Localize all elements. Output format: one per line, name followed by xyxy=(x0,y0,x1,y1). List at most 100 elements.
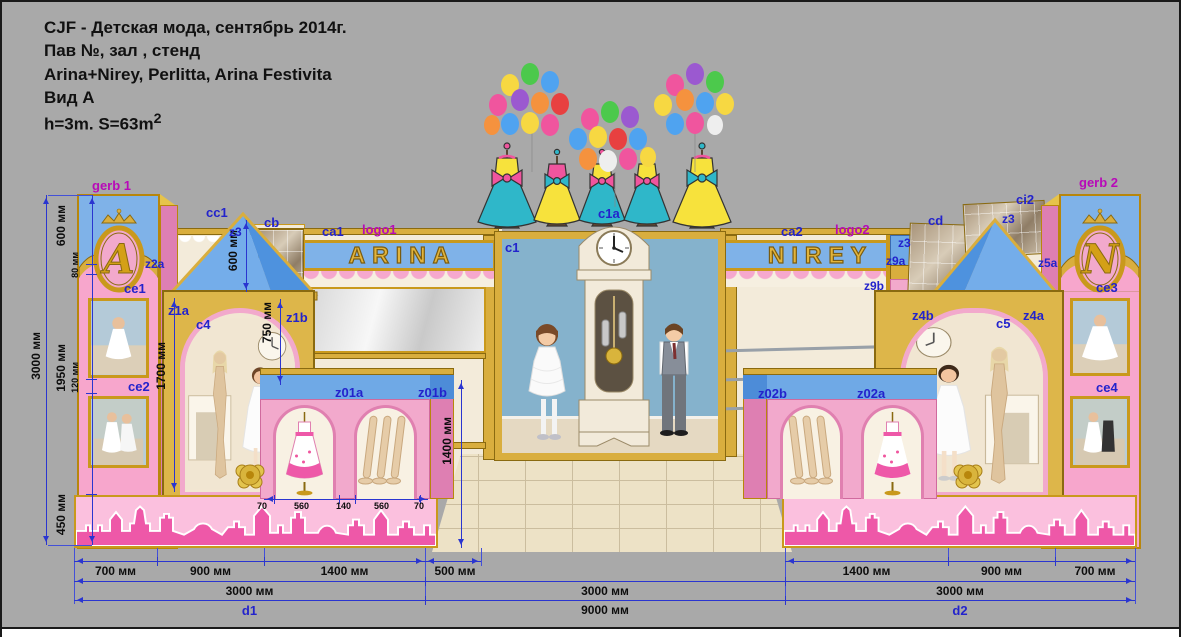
nirey-sign-text: NIREY xyxy=(761,242,873,269)
ce3-photo xyxy=(1070,298,1130,376)
dim-recess: 500 мм xyxy=(425,564,485,578)
label-ci2: ci2 xyxy=(1016,192,1034,207)
z01-arch-dress xyxy=(273,405,336,499)
label-z02a: z02a xyxy=(857,386,885,401)
z01-arch-legs xyxy=(354,405,417,499)
label-z3-left: z3 xyxy=(229,225,242,239)
dim-left-base: 450 мм xyxy=(54,494,68,535)
label-z02b: z02b xyxy=(758,386,787,401)
label-z2a: z2a xyxy=(145,257,164,271)
arina-sign-text: ARINA xyxy=(342,242,457,269)
label-z01b: z01b xyxy=(418,385,447,400)
booth-elevation-drawing: CJF - Детская мода, сентябрь 2014г. Пав … xyxy=(0,0,1181,637)
label-z3-mid: z3 xyxy=(898,236,911,250)
gold-rose-right xyxy=(948,454,988,496)
label-z1a: z1a xyxy=(168,303,189,318)
gold-rose-left xyxy=(230,454,270,496)
mannequin-legs-display xyxy=(357,408,414,496)
left-scalloped-awning xyxy=(302,271,496,287)
mini-dress-display xyxy=(276,408,333,496)
dim-3000-right: 3000 мм xyxy=(785,584,1135,598)
dim-3000-left: 3000 мм xyxy=(74,584,425,598)
dim-small-2: 560 xyxy=(294,501,309,511)
dim-line-mirror xyxy=(280,299,281,385)
label-c1: c1 xyxy=(505,240,519,255)
page-bottom-margin xyxy=(2,629,1179,637)
label-z4b: z4b xyxy=(912,308,934,323)
ce1-photo xyxy=(88,298,149,378)
tiled-floor xyxy=(432,454,792,552)
dim-row1-left xyxy=(74,561,425,562)
dim-small-3: 140 xyxy=(336,501,351,511)
right-scalloped-awning xyxy=(720,271,914,287)
label-c4: c4 xyxy=(196,317,210,332)
mirror-bottom-rail xyxy=(306,353,486,359)
z02-gold-cap xyxy=(743,368,937,375)
dim-left-total: 3000 мм xyxy=(29,332,43,380)
dim-row1-right xyxy=(785,561,1135,562)
dim-line-unit-small xyxy=(264,499,428,500)
dim-center-height: 1400 мм xyxy=(440,417,454,465)
dim-700-right: 700 мм xyxy=(1055,564,1135,578)
label-gerb2: gerb 2 xyxy=(1079,175,1118,190)
label-z9b: z9b xyxy=(864,279,884,293)
ce4-photo xyxy=(1070,396,1130,468)
dim-arch-height: 1700 мм xyxy=(154,342,168,390)
dim-left-gap-mid: 120 мм xyxy=(70,362,80,393)
right-castle-base-band xyxy=(782,495,1137,548)
dim-line-left-total xyxy=(46,195,47,545)
dim-row3-total xyxy=(74,600,1135,601)
dim-row2 xyxy=(74,581,1135,582)
left-mirror-panel xyxy=(306,287,486,353)
label-cc1: cc1 xyxy=(206,205,228,220)
title-line-brands: Arina+Nirey, Perlitta, Arina Festivita xyxy=(44,63,347,86)
label-ce4: ce4 xyxy=(1096,380,1118,395)
drawing-title-block: CJF - Детская мода, сентябрь 2014г. Пав … xyxy=(44,16,347,136)
dim-line-pyramid xyxy=(246,220,247,292)
label-ce1: ce1 xyxy=(124,281,146,296)
castle-silhouette-right xyxy=(784,497,1135,546)
label-z4a: z4a xyxy=(1023,308,1044,323)
title-line-area: h=3m. S=63m2 xyxy=(44,110,347,136)
z01-gold-cap xyxy=(260,368,454,375)
dim-9000-total: 9000 мм xyxy=(425,603,785,617)
ce2-photo xyxy=(88,396,149,468)
dim-line-arch xyxy=(174,298,175,492)
z02-arch-legs xyxy=(780,405,843,499)
dim-700-left: 700 мм xyxy=(74,564,157,578)
title-line-view: Вид А xyxy=(44,86,347,109)
mini-dress-display-2 xyxy=(864,408,921,496)
dim-recess-line xyxy=(425,561,481,562)
dim-small-5: 70 xyxy=(414,501,424,511)
label-ca1: ca1 xyxy=(322,224,344,239)
label-cd: cd xyxy=(928,213,943,228)
label-z3-right: z3 xyxy=(1002,212,1015,226)
z02-arch-dress xyxy=(861,405,924,499)
dim-left-gap-top: 80 мм xyxy=(70,252,80,278)
z02-blue-band xyxy=(767,375,937,401)
label-z1b: z1b xyxy=(286,310,308,325)
mannequin-legs-display-2 xyxy=(783,408,840,496)
dim-line-center-height xyxy=(461,380,462,548)
label-c5: c5 xyxy=(996,316,1010,331)
title-line-location: Пав №, зал , стенд xyxy=(44,39,347,62)
dim-mirror-height: 750 мм xyxy=(260,302,274,343)
dim-left-mid: 1950 мм xyxy=(54,344,68,392)
dim-small-1: 70 xyxy=(257,501,267,511)
label-z01a: z01a xyxy=(335,385,363,400)
dim-3000-center: 3000 мм xyxy=(425,584,785,598)
right-monogram-letter: N xyxy=(1080,236,1120,283)
dim-900-left: 900 мм xyxy=(157,564,264,578)
dim-1400-right: 1400 мм xyxy=(785,564,948,578)
arina-sign: ARINA xyxy=(302,240,496,271)
label-logo1: logo1 xyxy=(362,222,397,237)
left-monogram-letter: A xyxy=(99,236,134,283)
title-line-project: CJF - Детская мода, сентябрь 2014г. xyxy=(44,16,347,39)
label-z5a: z5a xyxy=(1038,256,1057,270)
label-ca2: ca2 xyxy=(781,224,803,239)
dim-left-top: 600 мм xyxy=(54,205,68,246)
left-pyramid-roof xyxy=(162,207,322,302)
dim-line-left-segments xyxy=(92,195,93,545)
label-ce2: ce2 xyxy=(128,379,150,394)
label-cb: cb xyxy=(264,215,279,230)
